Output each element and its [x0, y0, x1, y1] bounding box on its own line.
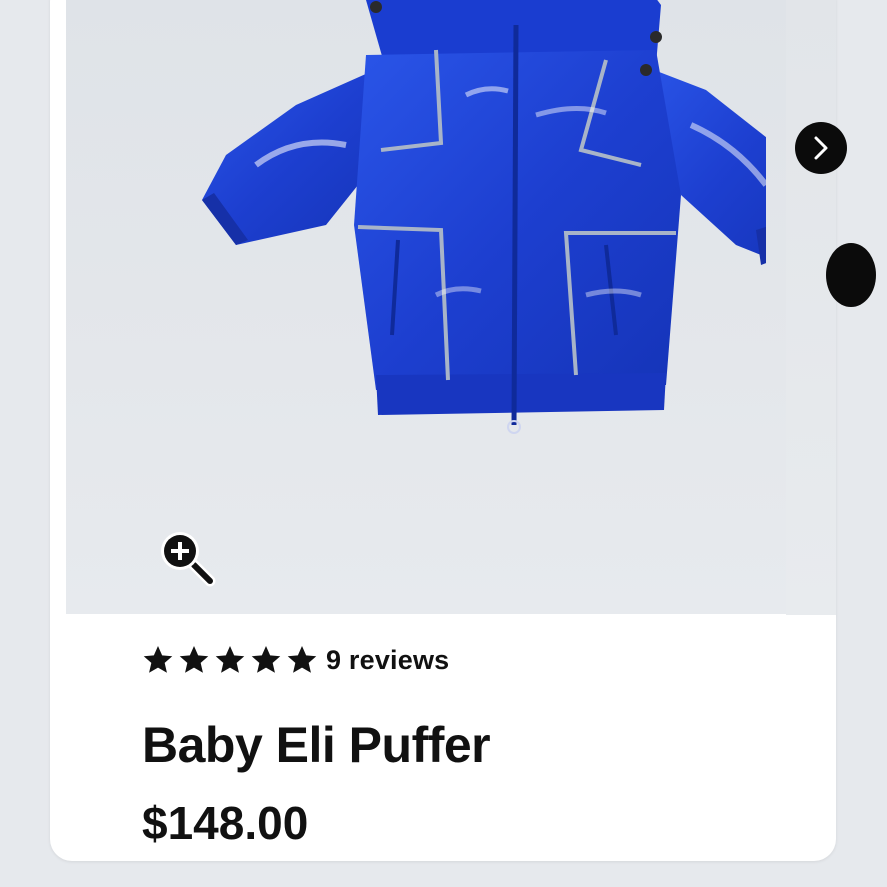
reviews-count[interactable]: 9 reviews [326, 645, 449, 676]
next-image-preview [786, 0, 836, 615]
star-icon [179, 646, 209, 673]
star-rating [142, 644, 318, 676]
product-image[interactable] [136, 0, 766, 445]
product-price: $148.00 [142, 797, 309, 849]
star-icon [251, 646, 281, 673]
rating-reviews-link[interactable]: 9 reviews [142, 640, 449, 680]
product-title: Baby Eli Puffer [142, 717, 491, 773]
chevron-right-icon [814, 136, 828, 160]
carousel-control-peek[interactable] [826, 243, 876, 307]
next-image-button[interactable] [795, 122, 847, 174]
star-icon [143, 646, 173, 673]
star-icon [287, 646, 317, 673]
zoom-in-magnifier-icon [161, 532, 216, 587]
star-icon [215, 646, 245, 673]
product-image-gallery[interactable] [66, 0, 817, 614]
product-card: 9 reviews Baby Eli Puffer $148.00 [50, 0, 836, 861]
zoom-button[interactable] [156, 527, 218, 589]
